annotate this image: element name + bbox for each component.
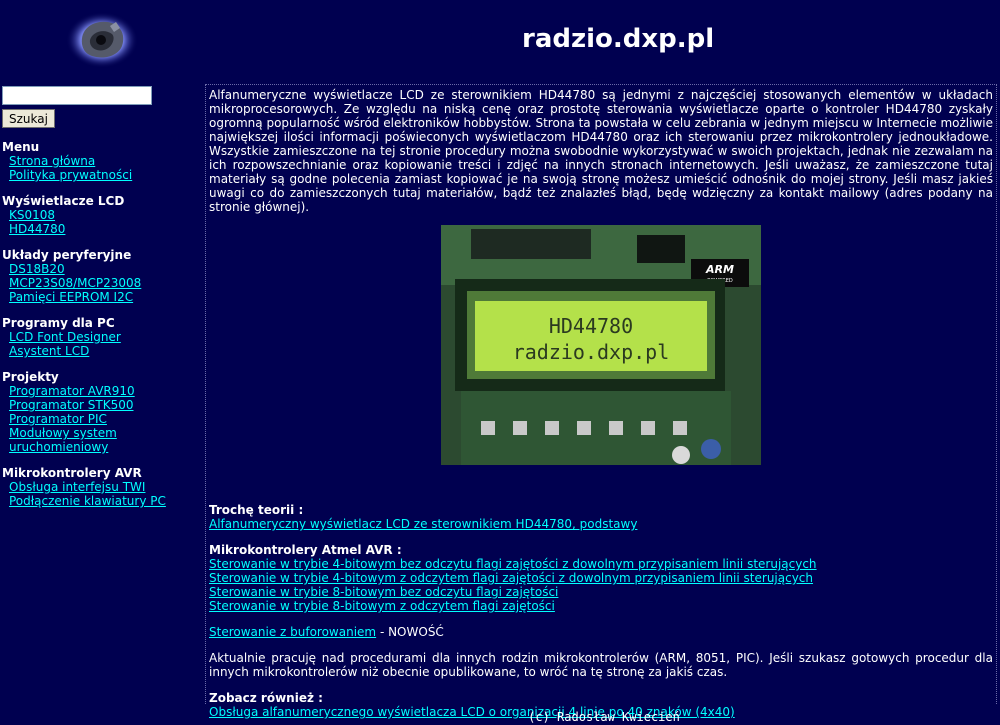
board-label: ARM <box>705 263 734 276</box>
sidebar-link-mcp23s08[interactable]: MCP23S08/MCP23008 <box>9 276 141 290</box>
sidebar-link-twi[interactable]: Obsługa interfejsu TWI <box>9 480 145 494</box>
menu-group-title: Programy dla PC <box>2 316 115 330</box>
theory-link[interactable]: Alfanumeryczny wyświetlacz LCD ze sterow… <box>209 517 637 531</box>
menu-group-title: Mikrokontrolery AVR <box>2 466 142 480</box>
sidebar-link-modular-system[interactable]: Modułowy system uruchomieniowy <box>9 426 117 454</box>
main-content: Alfanumeryczne wyświetlacze LCD ze stero… <box>205 84 997 719</box>
section-heading: Zobacz również : <box>209 691 323 705</box>
menu-group-title: Projekty <box>2 370 59 384</box>
avr-section: Mikrokontrolery Atmel AVR : Sterowanie w… <box>209 543 993 639</box>
theory-section: Trochę teorii : Alfanumeryczny wyświetla… <box>209 503 993 531</box>
lcd-line-2: radzio.dxp.pl <box>513 340 670 364</box>
sidebar-link-home[interactable]: Strona główna <box>9 154 95 168</box>
intro-text: Alfanumeryczne wyświetlacze LCD ze stero… <box>209 88 993 214</box>
search-button[interactable]: Szukaj <box>2 109 55 128</box>
lcd-board-photo: ARM POWERED HD44780 radzio.dxp.pl <box>441 225 761 465</box>
sidebar-link-pc-keyboard[interactable]: Podłączenie klawiatury PC <box>9 494 166 508</box>
menu-group-pc-programs: Programy dla PC LCD Font Designer Asyste… <box>2 316 202 358</box>
menu-group-avr: Mikrokontrolery AVR Obsługa interfejsu T… <box>2 466 202 508</box>
menu-group-menu: Menu Strona główna Polityka prywatności <box>2 140 202 182</box>
buffered-link[interactable]: Sterowanie z buforowaniem <box>209 625 376 639</box>
sidebar-link-privacy[interactable]: Polityka prywatności <box>9 168 132 182</box>
avr-link[interactable]: Sterowanie w trybie 8-bitowym bez odczyt… <box>209 585 558 599</box>
search-input[interactable] <box>2 86 152 105</box>
sidebar-link-stk500[interactable]: Programator STK500 <box>9 398 134 412</box>
avr-link[interactable]: Sterowanie w trybie 4-bitowym bez odczyt… <box>209 557 817 571</box>
sidebar-link-pic-programmer[interactable]: Programator PIC <box>9 412 107 426</box>
footer: (c) Radosław Kwiecień <box>528 710 680 724</box>
menu-group-title: Układy peryferyjne <box>2 248 132 262</box>
note-text: Aktualnie pracuję nad procedurami dla in… <box>209 651 993 679</box>
sidebar-link-lcd-assistant[interactable]: Asystent LCD <box>9 344 89 358</box>
sidebar-link-lcd-font-designer[interactable]: LCD Font Designer <box>9 330 121 344</box>
avr-link[interactable]: Sterowanie w trybie 4-bitowym z odczytem… <box>209 571 813 585</box>
menu-group-peripherals: Układy peryferyjne DS18B20 MCP23S08/MCP2… <box>2 248 202 304</box>
menu-group-title: Menu <box>2 140 40 154</box>
new-badge: - NOWOŚĆ <box>376 625 444 639</box>
sidebar: Szukaj Menu Strona główna Polityka prywa… <box>2 86 202 508</box>
sidebar-link-ks0108[interactable]: KS0108 <box>9 208 55 222</box>
sidebar-link-avr910[interactable]: Programator AVR910 <box>9 384 135 398</box>
avr-link[interactable]: Sterowanie w trybie 8-bitowym z odczytem… <box>209 599 555 613</box>
section-heading: Mikrokontrolery Atmel AVR : <box>209 543 402 557</box>
menu-group-lcd: Wyświetlacze LCD KS0108 HD44780 <box>2 194 202 236</box>
site-logo-icon <box>66 12 138 68</box>
sidebar-link-eeprom-i2c[interactable]: Pamięci EEPROM I2C <box>9 290 133 304</box>
site-title: radzio.dxp.pl <box>522 24 715 54</box>
section-heading: Trochę teorii : <box>209 503 304 517</box>
sidebar-link-ds18b20[interactable]: DS18B20 <box>9 262 65 276</box>
sidebar-link-hd44780[interactable]: HD44780 <box>9 222 65 236</box>
menu-group-projects: Projekty Programator AVR910 Programator … <box>2 370 202 454</box>
menu-group-title: Wyświetlacze LCD <box>2 194 125 208</box>
lcd-line-1: HD44780 <box>549 314 633 338</box>
